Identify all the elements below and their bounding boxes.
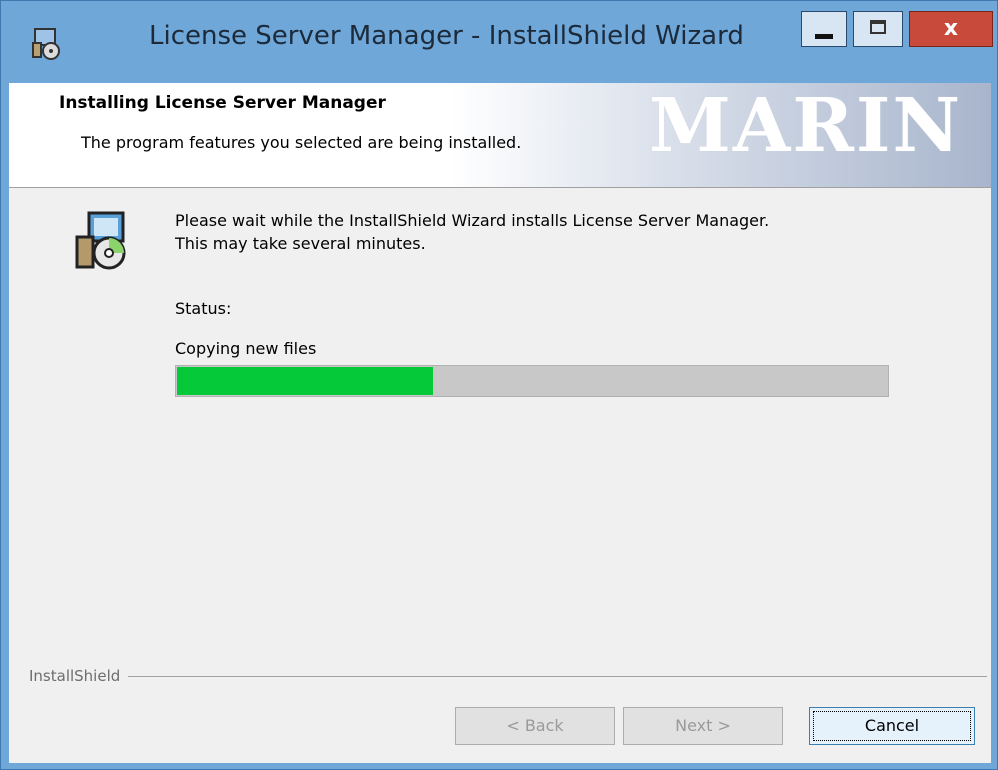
installer-window: License Server Manager - InstallShield W… bbox=[0, 0, 998, 770]
install-progress-bar bbox=[175, 365, 889, 397]
wizard-client-area: Installing License Server Manager The pr… bbox=[9, 83, 991, 763]
close-icon: x bbox=[943, 16, 959, 41]
installer-icon bbox=[32, 28, 60, 60]
minimize-button[interactable] bbox=[801, 11, 847, 47]
wait-message-line-1: Please wait while the InstallShield Wiza… bbox=[175, 211, 770, 230]
window-title: License Server Manager - InstallShield W… bbox=[149, 21, 744, 51]
wait-message: Please wait while the InstallShield Wiza… bbox=[175, 209, 769, 255]
wait-message-line-2: This may take several minutes. bbox=[175, 234, 426, 253]
back-button[interactable]: < Back bbox=[455, 707, 615, 745]
cancel-button[interactable]: Cancel bbox=[809, 707, 975, 745]
footer-divider bbox=[29, 676, 987, 677]
status-value: Copying new files bbox=[175, 339, 317, 358]
installshield-brand: InstallShield bbox=[29, 667, 129, 685]
banner-title: Installing License Server Manager bbox=[59, 93, 386, 113]
marin-logo: MARIN bbox=[649, 83, 963, 169]
minimize-icon bbox=[815, 34, 833, 39]
maximize-icon bbox=[870, 20, 886, 34]
setup-computer-icon bbox=[75, 211, 126, 270]
title-bar[interactable]: License Server Manager - InstallShield W… bbox=[1, 1, 997, 83]
progress-fill bbox=[177, 367, 433, 395]
banner-subtitle: The program features you selected are be… bbox=[81, 133, 522, 152]
next-button[interactable]: Next > bbox=[623, 707, 783, 745]
wizard-banner: Installing License Server Manager The pr… bbox=[9, 83, 991, 188]
maximize-button[interactable] bbox=[853, 11, 903, 47]
status-label: Status: bbox=[175, 299, 232, 318]
close-button[interactable]: x bbox=[909, 11, 993, 47]
